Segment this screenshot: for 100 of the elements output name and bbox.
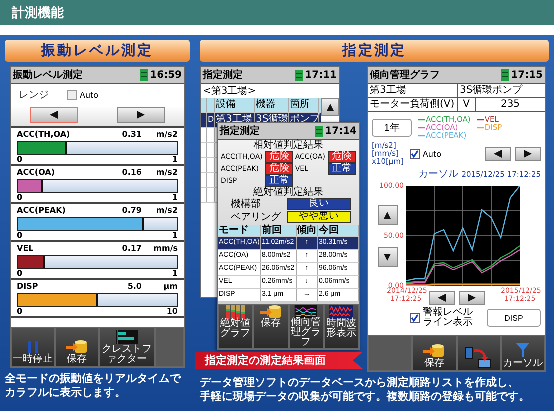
toolbar-button[interactable]: 絶対値グラフ <box>218 304 254 349</box>
toolbar-button[interactable]: 保存 <box>412 335 456 371</box>
scale-max: 1 <box>172 231 178 240</box>
judgement-result: 正常 <box>328 163 356 175</box>
judgement-result: 正常 <box>265 175 294 187</box>
screen-title: 指定測定 <box>203 68 244 82</box>
scale-min: 0 <box>17 269 23 278</box>
table-header: 傾向 <box>297 225 318 236</box>
clock-time: 16:59 <box>150 70 182 80</box>
bar-chart-icon <box>224 305 247 319</box>
meter-value: 0.79 <box>121 206 142 215</box>
meter-name: ACC(PEAK) <box>17 206 67 215</box>
screen-swap-icon <box>464 347 493 369</box>
right-arrow-icon <box>524 150 532 158</box>
scroll-down-button[interactable] <box>378 247 398 267</box>
toolbar-button[interactable] <box>456 335 501 371</box>
meter-name: ACC(TH,OA) <box>17 130 72 139</box>
funnel-icon <box>514 342 531 358</box>
scroll-up-button[interactable] <box>378 205 398 225</box>
arrow-button[interactable] <box>515 147 541 161</box>
section-title: 振動レベル測定 <box>5 40 190 62</box>
battery-icon <box>501 69 510 81</box>
info-cell-text: 3S循環ポンプ <box>459 84 524 97</box>
meter-value: 0.31 <box>121 130 142 139</box>
battery-icon <box>140 69 148 81</box>
table-header: 機器 <box>255 98 289 112</box>
pause-icon <box>26 340 40 354</box>
scale-max: 10 <box>166 307 178 316</box>
left-arrow-icon <box>494 150 502 158</box>
judgement-result: 危険 <box>265 163 294 175</box>
cursor-label: カーソル <box>418 168 459 181</box>
table-cell: D <box>207 113 215 127</box>
page-title: 計測機能 <box>12 4 64 22</box>
section-heading: 相対値判定結果 <box>252 140 324 151</box>
arrow-button[interactable] <box>485 147 511 161</box>
right-arrow-icon <box>136 111 145 119</box>
left-arrow-icon <box>50 111 58 119</box>
auto-checkbox[interactable]: Auto <box>67 90 99 100</box>
judgement-result: 危険 <box>265 151 294 163</box>
period-button[interactable]: 1年 <box>372 119 412 137</box>
scale-min: 0 <box>17 307 23 316</box>
section-title: 指定測定 <box>200 40 549 62</box>
table-header: モード <box>218 225 261 236</box>
meter-value: 5.0 <box>126 282 142 291</box>
up-arrow-icon <box>326 104 334 110</box>
scale-min: 0 <box>17 193 23 202</box>
battery-icon <box>315 126 324 136</box>
section-heading: 絶対値判定結果 <box>252 187 324 198</box>
arrow-button[interactable] <box>428 290 454 304</box>
up-arrow-icon <box>384 212 391 218</box>
judgement-result: やや悪い <box>287 211 351 223</box>
clock-time: 17:11 <box>305 70 337 80</box>
line-chart-icon <box>294 305 318 318</box>
table-header: 前回 <box>261 225 297 236</box>
caption-text: 手軽に現場データの収集が可能です。複数順路の登録も可能です。 <box>200 390 531 404</box>
location-label: <第3工場> <box>202 85 258 98</box>
left-arrow-icon <box>438 294 446 302</box>
screen-title: 傾向管理グラフ <box>370 68 441 82</box>
meter-unit: m/s2 <box>155 206 178 215</box>
toolbar-button[interactable]: 保存 <box>55 327 99 367</box>
banner-label: 指定測定の測定結果画面 <box>195 352 363 369</box>
judgement-result: 危険 <box>328 151 356 163</box>
toolbar-button[interactable]: 時間波形表示 <box>324 304 359 349</box>
auto-checkbox[interactable]: Auto <box>410 149 442 159</box>
cylinder-arrow-icon <box>258 305 283 319</box>
check-icon <box>411 314 419 322</box>
judgement-result: 良い <box>287 198 351 210</box>
scale-max: 1 <box>172 269 178 278</box>
scale-max: 1 <box>172 155 178 164</box>
arrow-button[interactable] <box>458 290 484 304</box>
scroll-up-button[interactable] <box>321 98 339 116</box>
info-cell: V <box>458 98 476 111</box>
scale-max: 1 <box>172 193 178 202</box>
table-header: 今回 <box>318 225 359 236</box>
mode-button[interactable]: DISP <box>487 309 541 327</box>
battery-icon <box>295 70 304 80</box>
toolbar-button[interactable]: 一時停止 <box>11 327 55 367</box>
clock-time: 17:15 <box>511 70 543 80</box>
caption-text: 全モードの振動値をリアルタイムで <box>5 372 182 386</box>
info-cell: モーター負荷側(V) <box>368 98 458 111</box>
toolbar-button[interactable]: 保存 <box>253 304 288 349</box>
caption-text: データ管理ソフトのデータベースから測定順路リストを作成し、 <box>200 376 520 390</box>
down-arrow-icon <box>384 254 391 260</box>
part-label: 機構部 <box>231 198 262 210</box>
screen-title: 振動レベル測定 <box>13 68 84 82</box>
arrow-button[interactable] <box>30 107 78 123</box>
scale-min: 0 <box>17 155 23 164</box>
arrow-button[interactable] <box>116 107 165 123</box>
meter-unit: m/s2 <box>155 168 178 177</box>
range-label: レンジ <box>19 89 49 102</box>
table-header: 箇所 <box>289 98 319 112</box>
bar-chart-icon <box>116 330 138 344</box>
toolbar-button[interactable]: クレストファクター <box>99 327 155 367</box>
meter-unit: μm <box>162 282 178 291</box>
toolbar-button[interactable]: 傾向管理グラフ <box>288 304 324 349</box>
meter-unit: mm/s <box>152 244 178 253</box>
table-header: 設備 <box>215 98 255 112</box>
alarm-line-checkbox[interactable]: 警報レベルライン表示 <box>410 308 481 328</box>
right-arrow-icon <box>468 294 476 302</box>
toolbar-button[interactable]: カーソル <box>500 335 545 371</box>
